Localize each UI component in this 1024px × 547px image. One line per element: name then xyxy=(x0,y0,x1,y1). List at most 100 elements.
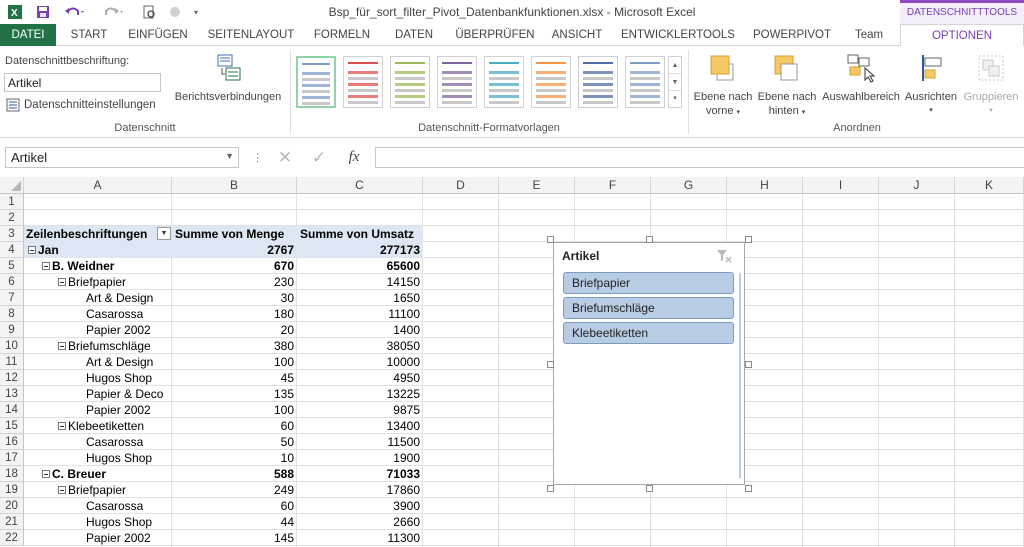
resize-handle[interactable] xyxy=(745,485,752,492)
pivot-quantity-value[interactable]: 230 xyxy=(172,274,297,290)
pivot-quantity-value[interactable]: 588 xyxy=(172,466,297,482)
gallery-more-icon[interactable]: ▾ xyxy=(669,91,681,107)
enter-icon[interactable]: ✓ xyxy=(306,147,332,168)
row-header-5[interactable]: 5 xyxy=(0,258,24,274)
pivot-row-label[interactable]: Briefumschläge xyxy=(24,338,172,354)
collapse-icon[interactable] xyxy=(58,486,66,494)
pivot-quantity-value[interactable]: 60 xyxy=(172,498,297,514)
pivot-revenue-value[interactable]: 71033 xyxy=(297,466,423,482)
collapse-icon[interactable] xyxy=(58,278,66,286)
gallery-up-icon[interactable]: ▲ xyxy=(669,57,681,74)
pivot-row-label[interactable]: Casarossa xyxy=(24,306,172,322)
pivot-row-label[interactable]: Papier & Deco xyxy=(24,386,172,402)
pivot-revenue-value[interactable]: 2660 xyxy=(297,514,423,530)
tab-team[interactable]: Team xyxy=(846,24,892,46)
bring-forward-button[interactable]: Ebene nach vorne ▾ xyxy=(692,52,754,120)
pivot-revenue-value[interactable]: 17860 xyxy=(297,482,423,498)
gallery-down-icon[interactable]: ▼ xyxy=(669,74,681,91)
row-header-20[interactable]: 20 xyxy=(0,498,24,514)
row-header-4[interactable]: 4 xyxy=(0,242,24,258)
collapse-icon[interactable] xyxy=(42,262,50,270)
pivot-revenue-value[interactable]: 11500 xyxy=(297,434,423,450)
pivot-quantity-value[interactable]: 2767 xyxy=(172,242,297,258)
tab-options[interactable]: OPTIONEN xyxy=(900,24,1024,47)
column-header-h[interactable]: H xyxy=(727,177,803,194)
row-header-12[interactable]: 12 xyxy=(0,370,24,386)
pivot-row-label[interactable]: Papier 2002 xyxy=(24,402,172,418)
pivot-quantity-value[interactable]: 100 xyxy=(172,354,297,370)
pivot-row-label[interactable]: Briefpapier xyxy=(24,482,172,498)
pivot-quantity-value[interactable]: 145 xyxy=(172,530,297,546)
row-header-21[interactable]: 21 xyxy=(0,514,24,530)
pivot-row-label[interactable]: Art & Design xyxy=(24,290,172,306)
slicer-caption-input[interactable] xyxy=(4,73,161,92)
row-header-17[interactable]: 17 xyxy=(0,450,24,466)
pivot-quantity-value[interactable]: 44 xyxy=(172,514,297,530)
pivot-row-label[interactable]: B. Weidner xyxy=(24,258,172,274)
slicer-style-swatch[interactable] xyxy=(390,56,430,108)
pivot-quantity-value[interactable]: 249 xyxy=(172,482,297,498)
resize-handle[interactable] xyxy=(745,236,752,243)
pivot-revenue-value[interactable]: 1650 xyxy=(297,290,423,306)
pivot-revenue-value[interactable]: 3900 xyxy=(297,498,423,514)
row-header-22[interactable]: 22 xyxy=(0,530,24,546)
pivot-sum-quantity-header[interactable]: Summe von Menge xyxy=(172,226,297,242)
slicer-style-swatch[interactable] xyxy=(531,56,571,108)
tab-powerpivot[interactable]: POWERPIVOT xyxy=(746,24,838,46)
pivot-quantity-value[interactable]: 670 xyxy=(172,258,297,274)
row-header-13[interactable]: 13 xyxy=(0,386,24,402)
pivot-revenue-value[interactable]: 65600 xyxy=(297,258,423,274)
resize-handle[interactable] xyxy=(547,360,554,368)
row-header-14[interactable]: 14 xyxy=(0,402,24,418)
pivot-row-label[interactable]: Casarossa xyxy=(24,498,172,514)
pivot-revenue-value[interactable]: 11100 xyxy=(297,306,423,322)
pivot-row-label[interactable]: Papier 2002 xyxy=(24,530,172,546)
group-button[interactable]: Gruppieren ▾ xyxy=(960,52,1022,118)
pivot-row-label[interactable]: Casarossa xyxy=(24,434,172,450)
slicer-item[interactable]: Briefpapier xyxy=(563,272,734,294)
worksheet-grid[interactable]: ABCDEFGHIJK 1 2 3 4 5 6 7 8 9 10 11 12 13 14 15 16 17 18 1… xyxy=(0,177,1024,547)
slicer-style-swatch[interactable] xyxy=(484,56,524,108)
pivot-sum-revenue-header[interactable]: Summe von Umsatz xyxy=(297,226,423,242)
pivot-row-label[interactable]: C. Breuer xyxy=(24,466,172,482)
pivot-row-label[interactable]: Jan xyxy=(24,242,172,258)
pivot-revenue-value[interactable]: 1900 xyxy=(297,450,423,466)
pivot-revenue-value[interactable]: 277173 xyxy=(297,242,423,258)
row-header-16[interactable]: 16 xyxy=(0,434,24,450)
tab-data[interactable]: DATEN xyxy=(386,24,442,46)
pivot-quantity-value[interactable]: 20 xyxy=(172,322,297,338)
column-header-e[interactable]: E xyxy=(499,177,575,194)
column-header-c[interactable]: C xyxy=(297,177,423,194)
pivot-quantity-value[interactable]: 100 xyxy=(172,402,297,418)
slicer-settings-button[interactable]: Datenschnitteinstellungen xyxy=(6,98,156,112)
chevron-down-icon[interactable]: ▼ xyxy=(225,151,234,161)
pivot-quantity-value[interactable]: 380 xyxy=(172,338,297,354)
slicer-style-swatch[interactable] xyxy=(437,56,477,108)
row-header-19[interactable]: 19 xyxy=(0,482,24,498)
row-header-9[interactable]: 9 xyxy=(0,322,24,338)
clear-filter-icon[interactable] xyxy=(716,249,732,266)
pivot-quantity-value[interactable]: 50 xyxy=(172,434,297,450)
collapse-icon[interactable] xyxy=(58,422,66,430)
collapse-icon[interactable] xyxy=(42,470,50,478)
slicer-scrollbar[interactable] xyxy=(739,273,741,478)
pivot-row-label[interactable]: Papier 2002 xyxy=(24,322,172,338)
selection-pane-button[interactable]: Auswahlbereich xyxy=(820,52,902,104)
row-header-15[interactable]: 15 xyxy=(0,418,24,434)
pivot-quantity-value[interactable]: 180 xyxy=(172,306,297,322)
column-header-a[interactable]: A xyxy=(24,177,172,194)
pivot-quantity-value[interactable]: 10 xyxy=(172,450,297,466)
row-header-2[interactable]: 2 xyxy=(0,210,24,226)
row-header-10[interactable]: 10 xyxy=(0,338,24,354)
column-header-j[interactable]: J xyxy=(879,177,955,194)
pivot-revenue-value[interactable]: 11300 xyxy=(297,530,423,546)
column-header-g[interactable]: G xyxy=(651,177,727,194)
column-header-b[interactable]: B xyxy=(172,177,297,194)
pivot-quantity-value[interactable]: 135 xyxy=(172,386,297,402)
row-header-1[interactable]: 1 xyxy=(0,194,24,210)
column-header-d[interactable]: D xyxy=(423,177,499,194)
pivot-revenue-value[interactable]: 10000 xyxy=(297,354,423,370)
collapse-icon[interactable] xyxy=(58,342,66,350)
pivot-revenue-value[interactable]: 9875 xyxy=(297,402,423,418)
tab-formulas[interactable]: FORMELN xyxy=(308,24,376,46)
